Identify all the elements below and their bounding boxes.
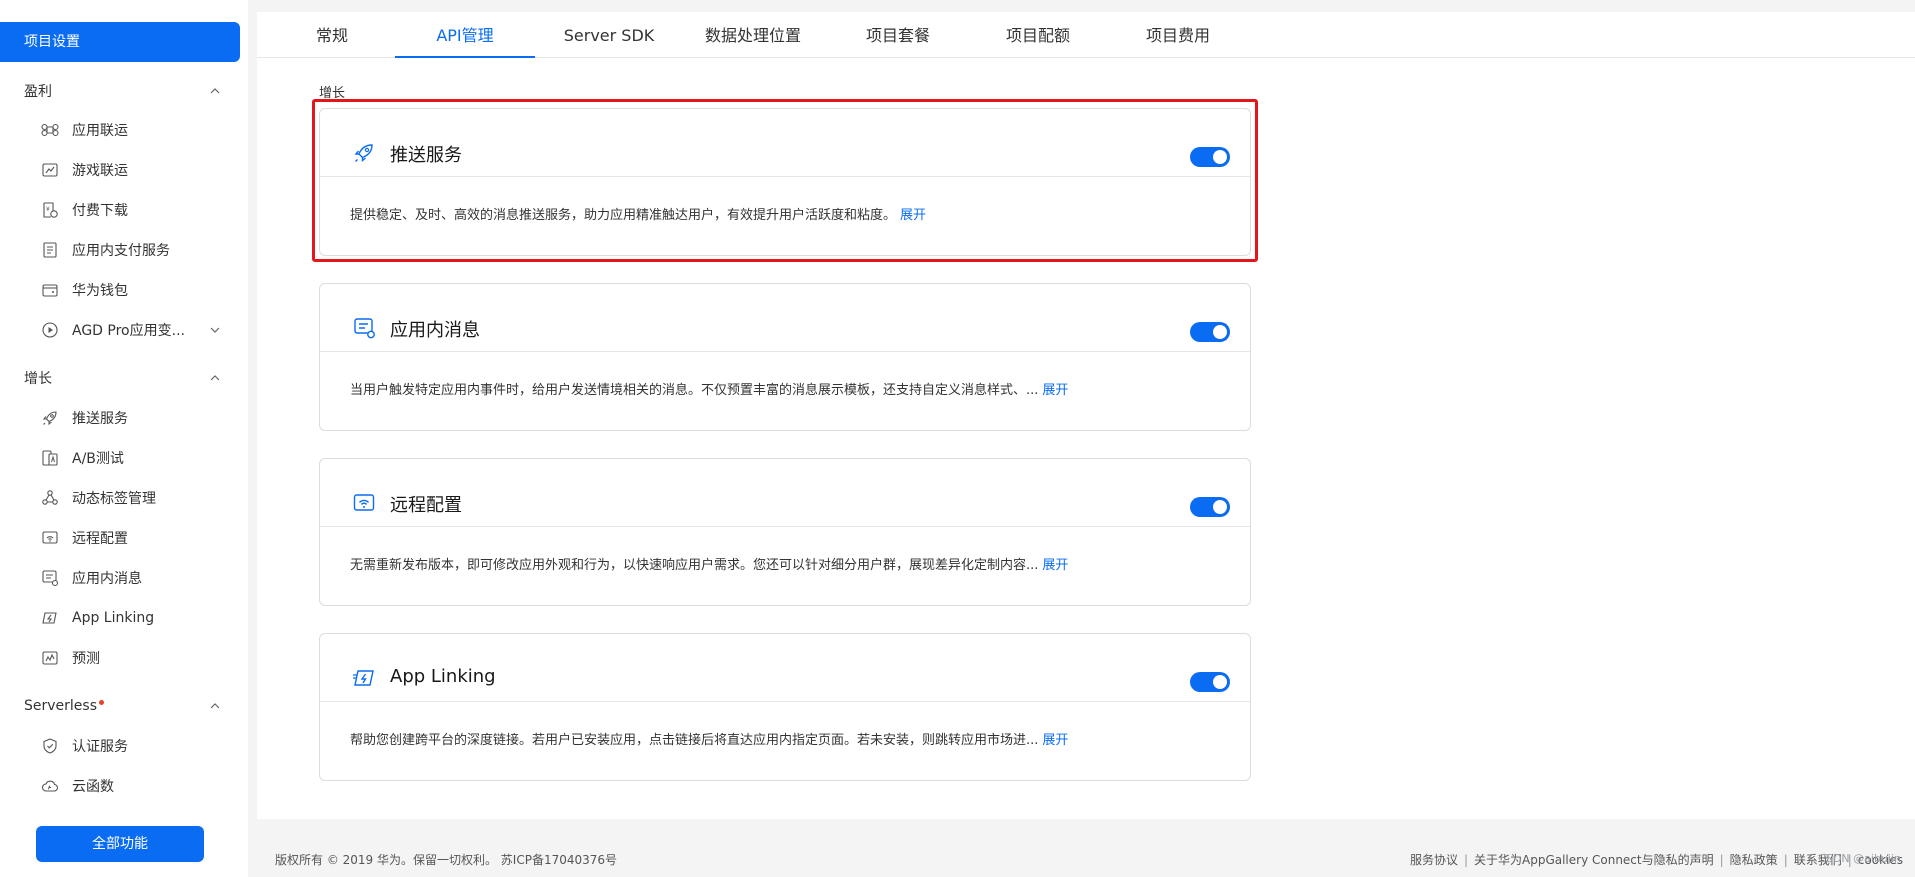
card-title: App Linking: [390, 666, 496, 687]
gamepad-icon: [40, 160, 60, 180]
card-description: 当用户触发特定应用内事件时，给用户发送情境相关的消息。不仅预置丰富的消息展示模板…: [350, 379, 1230, 398]
sidebar-item-dtm[interactable]: 动态标签管理: [40, 484, 220, 512]
tag-network-icon: [40, 488, 60, 508]
sidebar-item-app-distribution[interactable]: 应用联运: [40, 116, 220, 144]
sidebar-item-prediction[interactable]: 预测: [40, 644, 220, 672]
sidebar-group-serverless[interactable]: Serverless: [24, 694, 220, 718]
new-dot-badge: [99, 700, 105, 705]
service-card-app-linking: App Linking 帮助您创建跨平台的深度链接。若用户已安装应用，点击链接后…: [319, 633, 1251, 781]
chevron-down-icon: [210, 327, 220, 333]
message-icon: [352, 316, 376, 340]
tab-project-quota[interactable]: 项目配额: [973, 12, 1103, 58]
remote-config-icon: [352, 491, 376, 515]
ab-test-icon: [40, 448, 60, 468]
tab-data-location[interactable]: 数据处理位置: [683, 12, 823, 58]
sidebar-item-in-app-messaging[interactable]: 应用内消息: [40, 564, 220, 592]
sidebar-item-label: App Linking: [72, 610, 155, 626]
service-toggle[interactable]: [1190, 672, 1230, 692]
prediction-icon: [40, 648, 60, 668]
sidebar-item-label: 云函数: [72, 779, 114, 795]
footer-separator: |: [1463, 852, 1468, 867]
card-description: 帮助您创建跨平台的深度链接。若用户已安装应用，点击链接后将直达应用内指定页面。若…: [350, 729, 1230, 748]
service-toggle[interactable]: [1190, 497, 1230, 517]
card-title: 远程配置: [390, 495, 462, 516]
sidebar: 项目设置 盈利 应用联运 游戏联运 ¥ 付费下载 应用内支付服务 华为钱包 AG…: [0, 0, 248, 877]
footer-link-terms[interactable]: 服务协议: [1410, 851, 1458, 868]
sidebar-item-push[interactable]: 推送服务: [40, 404, 220, 432]
rocket-icon: [40, 408, 60, 428]
card-title: 应用内消息: [390, 320, 480, 341]
service-card-in-app-messaging: 应用内消息 当用户触发特定应用内事件时，给用户发送情境相关的消息。不仅预置丰富的…: [319, 283, 1251, 431]
tab-server-sdk[interactable]: Server SDK: [545, 12, 673, 58]
watermark-text: CSDN @aibujin: [1818, 852, 1901, 865]
remote-config-icon: [40, 528, 60, 548]
description-text: 当用户触发特定应用内事件时，给用户发送情境相关的消息。不仅预置丰富的消息展示模板…: [350, 383, 1039, 398]
sidebar-item-label: 预测: [72, 651, 100, 667]
wallet-icon: [40, 280, 60, 300]
sidebar-item-label: 应用联运: [72, 123, 128, 139]
highlight-box: [312, 99, 1258, 262]
tab-api-management[interactable]: API管理: [395, 12, 535, 58]
shield-check-icon: [40, 736, 60, 756]
svg-text:¥: ¥: [46, 206, 50, 213]
copyright-text: 版权所有 © 2019 华为。保留一切权利。 苏ICP备17040376号: [275, 853, 618, 867]
link-icon: [40, 608, 60, 628]
footer-link-privacy-policy[interactable]: 隐私政策: [1730, 851, 1778, 868]
sidebar-item-iap[interactable]: 应用内支付服务: [40, 236, 220, 264]
receipt-icon: [40, 240, 60, 260]
footer-separator: |: [1719, 852, 1724, 867]
sidebar-group-monetization[interactable]: 盈利: [24, 79, 220, 103]
footer-link-privacy-statement[interactable]: 关于华为AppGallery Connect与隐私的声明: [1474, 851, 1714, 868]
description-text: 帮助您创建跨平台的深度链接。若用户已安装应用，点击链接后将直达应用内指定页面。若…: [350, 733, 1039, 748]
sidebar-item-agd-pro[interactable]: AGD Pro应用变...: [40, 316, 220, 344]
service-toggle[interactable]: [1190, 322, 1230, 342]
sidebar-item-label: 应用内支付服务: [72, 243, 170, 259]
sidebar-item-label: 远程配置: [72, 531, 128, 547]
sidebar-item-label: 华为钱包: [72, 283, 128, 299]
sidebar-group-title: 盈利: [24, 84, 52, 100]
card-description: 无需重新发布版本，即可修改应用外观和行为，以快速响应用户需求。您还可以针对细分用…: [350, 554, 1230, 573]
footer-separator: |: [1783, 852, 1788, 867]
paid-download-icon: ¥: [40, 200, 60, 220]
sidebar-item-paid-download[interactable]: ¥ 付费下载: [40, 196, 220, 224]
sidebar-group-title: Serverless: [24, 698, 98, 714]
expand-link[interactable]: 展开: [1042, 383, 1068, 398]
sidebar-item-label: 应用内消息: [72, 571, 142, 587]
sidebar-item-app-linking[interactable]: App Linking: [40, 604, 220, 632]
sidebar-item-label: 游戏联运: [72, 163, 128, 179]
tab-project-cost[interactable]: 项目费用: [1113, 12, 1243, 58]
page-footer: 版权所有 © 2019 华为。保留一切权利。 苏ICP备17040376号 服务…: [257, 819, 1915, 877]
tab-general[interactable]: 常规: [279, 12, 385, 58]
all-features-button[interactable]: 全部功能: [36, 826, 204, 862]
sidebar-item-label: AGD Pro应用变...: [72, 323, 185, 339]
sidebar-item-wallet[interactable]: 华为钱包: [40, 276, 220, 304]
message-icon: [40, 568, 60, 588]
sidebar-item-cloud-functions[interactable]: 云函数: [40, 772, 220, 800]
link-icon: [352, 666, 376, 690]
sidebar-item-label: 推送服务: [72, 411, 128, 427]
play-circle-icon: [40, 320, 60, 340]
tab-project-plan[interactable]: 项目套餐: [833, 12, 963, 58]
chevron-up-icon: [210, 375, 220, 381]
sidebar-item-label: 动态标签管理: [72, 491, 156, 507]
sidebar-group-title: 增长: [24, 371, 52, 387]
sidebar-item-auth-service[interactable]: 认证服务: [40, 732, 220, 760]
expand-link[interactable]: 展开: [1042, 733, 1068, 748]
service-card-remote-config: 远程配置 无需重新发布版本，即可修改应用外观和行为，以快速响应用户需求。您还可以…: [319, 458, 1251, 606]
expand-link[interactable]: 展开: [1042, 558, 1068, 573]
sidebar-group-growth[interactable]: 增长: [24, 366, 220, 390]
sidebar-item-project-settings[interactable]: 项目设置: [0, 22, 240, 62]
sidebar-item-remote-config[interactable]: 远程配置: [40, 524, 220, 552]
command-icon: [40, 120, 60, 140]
sidebar-item-label: 认证服务: [72, 739, 128, 755]
chevron-up-icon: [210, 703, 220, 709]
cloud-function-icon: [40, 776, 60, 796]
sidebar-item-ab-test[interactable]: A/B测试: [40, 444, 220, 472]
chevron-up-icon: [210, 88, 220, 94]
sidebar-item-game-distribution[interactable]: 游戏联运: [40, 156, 220, 184]
tab-bar: 常规 API管理 Server SDK 数据处理位置 项目套餐 项目配额 项目费…: [257, 12, 1915, 58]
sidebar-item-label: 付费下载: [72, 203, 128, 219]
sidebar-item-label: A/B测试: [72, 451, 124, 467]
description-text: 无需重新发布版本，即可修改应用外观和行为，以快速响应用户需求。您还可以针对细分用…: [350, 558, 1039, 573]
